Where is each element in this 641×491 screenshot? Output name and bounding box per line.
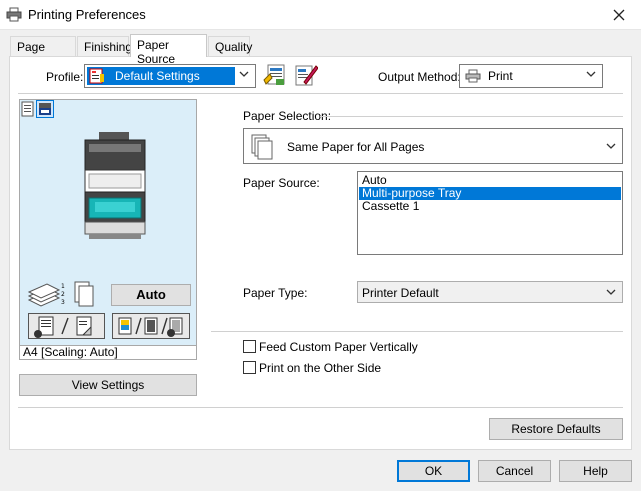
printer-illustration <box>75 130 155 242</box>
feed-custom-checkbox[interactable] <box>243 340 256 353</box>
multi-page-icon <box>250 133 276 161</box>
output-method-label: Output Method: <box>378 70 461 84</box>
cancel-button[interactable]: Cancel <box>478 460 551 482</box>
output-method-dropdown[interactable]: Print <box>459 64 603 88</box>
tab-paper-source[interactable]: Paper Source <box>130 34 207 66</box>
print-other-side-label: Print on the Other Side <box>259 361 382 375</box>
divider <box>320 116 623 117</box>
feed-custom-label: Feed Custom Paper Vertically <box>259 340 418 354</box>
add-profile-icon <box>263 64 285 85</box>
paper-type-label: Paper Type: <box>243 286 308 300</box>
print-other-side-checkbox[interactable] <box>243 361 256 374</box>
paper-selection-label: Paper Selection: <box>243 109 332 123</box>
help-button[interactable]: Help <box>559 460 632 482</box>
profile-icon <box>89 68 105 84</box>
profile-dropdown[interactable]: Default Settings <box>84 64 256 88</box>
paper-source-option-cassette[interactable]: Cassette 1 <box>359 200 621 213</box>
page-layout-icon <box>34 316 92 338</box>
view-settings-button[interactable]: View Settings <box>19 374 197 396</box>
paper-type-dropdown[interactable]: Printer Default <box>357 281 623 303</box>
edit-profile-button[interactable] <box>292 62 319 88</box>
printer-icon <box>6 7 22 22</box>
chevron-down-icon <box>606 143 616 149</box>
color-mode-icon <box>118 317 183 337</box>
preview-status: A4 [Scaling: Auto] <box>19 346 197 360</box>
paper-stack-icon: 1 2 3 <box>27 278 97 310</box>
paper-selection-value: Same Paper for All Pages <box>287 140 425 154</box>
auto-button[interactable]: Auto <box>111 284 191 306</box>
chevron-down-icon <box>586 71 596 77</box>
window-title: Printing Preferences <box>28 7 146 22</box>
tab-page-setup[interactable]: Page Setup <box>10 36 76 68</box>
color-mode-button[interactable] <box>112 313 190 339</box>
paper-source-list[interactable]: Auto Multi-purpose Tray Cassette 1 <box>357 171 623 255</box>
layout-toggle-button[interactable] <box>28 313 105 339</box>
close-icon <box>613 9 625 21</box>
chevron-down-icon <box>239 71 249 77</box>
close-button[interactable] <box>605 3 633 27</box>
paper-source-label: Paper Source: <box>243 176 320 190</box>
ok-button[interactable]: OK <box>397 460 470 482</box>
add-profile-button[interactable] <box>262 62 288 88</box>
profile-value: Default Settings <box>115 69 200 83</box>
svg-text:3: 3 <box>61 299 65 306</box>
paper-type-value: Printer Default <box>362 286 439 300</box>
chevron-down-icon <box>606 289 616 295</box>
printer-small-icon <box>465 69 481 83</box>
edit-profile-icon <box>295 65 319 86</box>
divider <box>211 331 623 332</box>
tab-finishing[interactable]: Finishing <box>77 36 132 56</box>
printer-view-icon[interactable] <box>36 100 54 118</box>
divider <box>18 407 623 408</box>
divider <box>18 93 623 94</box>
output-method-value: Print <box>488 69 513 83</box>
paper-selection-dropdown[interactable]: Same Paper for All Pages <box>243 128 623 164</box>
restore-defaults-button[interactable]: Restore Defaults <box>489 418 623 440</box>
tab-quality[interactable]: Quality <box>208 36 252 56</box>
title-bar: Printing Preferences <box>0 0 641 30</box>
svg-text:2: 2 <box>61 291 65 298</box>
svg-text:1: 1 <box>61 283 65 290</box>
page-view-icon[interactable] <box>21 101 35 117</box>
profile-label: Profile: <box>46 70 84 84</box>
